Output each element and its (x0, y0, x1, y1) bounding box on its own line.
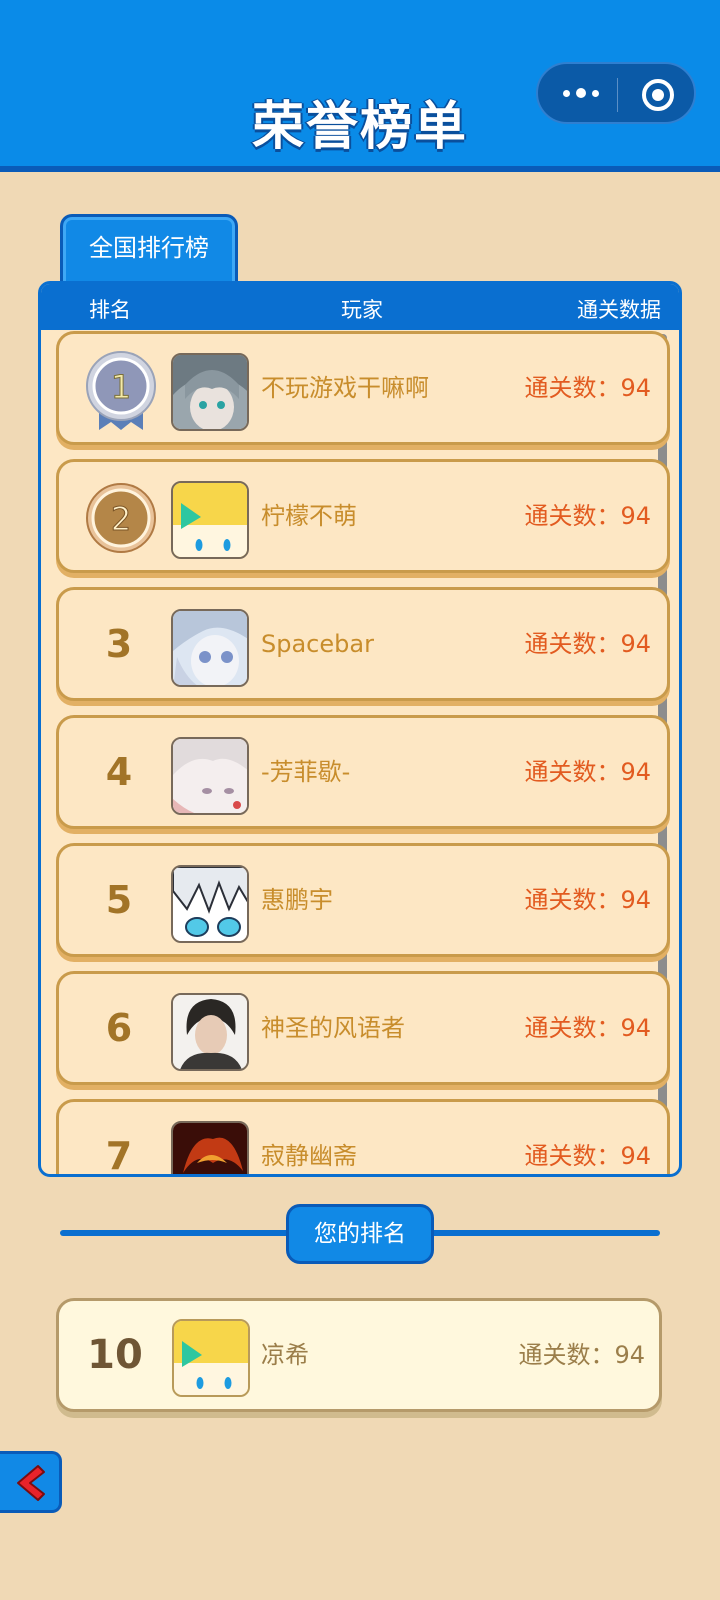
column-header-player: 玩家 (341, 298, 383, 322)
silver-medal-icon: 1 (86, 351, 156, 430)
my-name: 凉希 (261, 1341, 309, 1369)
player-name: 柠檬不萌 (261, 502, 357, 530)
player-name: 寂静幽斋 (261, 1142, 357, 1170)
row-rank: 5 (105, 878, 133, 922)
leaderboard-row-6[interactable]: 6 神圣的风语者 通关数：94 (56, 971, 670, 1085)
player-name: -芳菲歇- (261, 758, 351, 786)
my-rank-number: 10 (87, 1332, 143, 1378)
my-score: 通关数：94 (518, 1341, 645, 1369)
chevron-left-icon (17, 1465, 45, 1501)
player-score: 通关数：94 (524, 374, 651, 402)
avatar (171, 481, 249, 559)
player-score: 通关数：94 (524, 630, 651, 658)
more-dots-icon[interactable] (556, 78, 606, 108)
row-rank: 3 (105, 622, 133, 666)
avatar (171, 609, 249, 687)
row-rank: 7 (105, 1134, 133, 1177)
my-rank-row[interactable]: 10 凉希 通关数：94 (56, 1298, 662, 1412)
column-header-score: 通关数据 (577, 298, 661, 322)
player-score: 通关数：94 (524, 502, 651, 530)
player-score: 通关数：94 (524, 1142, 651, 1170)
bronze-medal-icon: 2 (86, 483, 156, 553)
miniprogram-capsule (536, 62, 696, 124)
header-bar: 荣誉榜单 (0, 0, 720, 172)
leaderboard-row-2[interactable]: 2 柠檬不萌 通关数：94 (56, 459, 670, 573)
target-close-icon[interactable] (642, 79, 674, 111)
avatar (171, 737, 249, 815)
player-name: 神圣的风语者 (261, 1014, 405, 1042)
back-button[interactable] (0, 1451, 62, 1513)
leaderboard-row-4[interactable]: 4 -芳菲歇- 通关数：94 (56, 715, 670, 829)
avatar (171, 1121, 249, 1174)
your-rank-label: 您的排名 (286, 1204, 434, 1264)
leaderboard-panel[interactable]: 排名 玩家 通关数据 1 不玩游戏干嘛啊 通关数：94 2 柠檬不萌 通关数：9… (38, 281, 682, 1177)
player-name: 惠鹏宇 (261, 886, 333, 914)
tab-national-ranking[interactable]: 全国排行榜 (60, 214, 238, 284)
row-rank: 6 (105, 1006, 133, 1050)
capsule-divider (617, 78, 618, 112)
player-score: 通关数：94 (524, 1014, 651, 1042)
leaderboard-row-3[interactable]: 3 Spacebar 通关数：94 (56, 587, 670, 701)
row-rank: 2 (111, 500, 131, 538)
row-rank: 1 (111, 368, 131, 406)
row-rank: 4 (105, 750, 133, 794)
leaderboard-row-1[interactable]: 1 不玩游戏干嘛啊 通关数：94 (56, 331, 670, 445)
column-header-rank: 排名 (89, 298, 131, 322)
player-score: 通关数：94 (524, 758, 651, 786)
leaderboard-header: 排名 玩家 通关数据 (41, 284, 679, 330)
avatar (171, 865, 249, 943)
avatar (171, 353, 249, 431)
avatar (171, 993, 249, 1071)
player-name: 不玩游戏干嘛啊 (261, 374, 429, 402)
player-score: 通关数：94 (524, 886, 651, 914)
leaderboard-row-5[interactable]: 5 惠鹏宇 通关数：94 (56, 843, 670, 957)
player-name: Spacebar (261, 630, 374, 658)
my-avatar (172, 1319, 250, 1397)
leaderboard-row-7[interactable]: 7 寂静幽斋 通关数：94 (56, 1099, 670, 1177)
